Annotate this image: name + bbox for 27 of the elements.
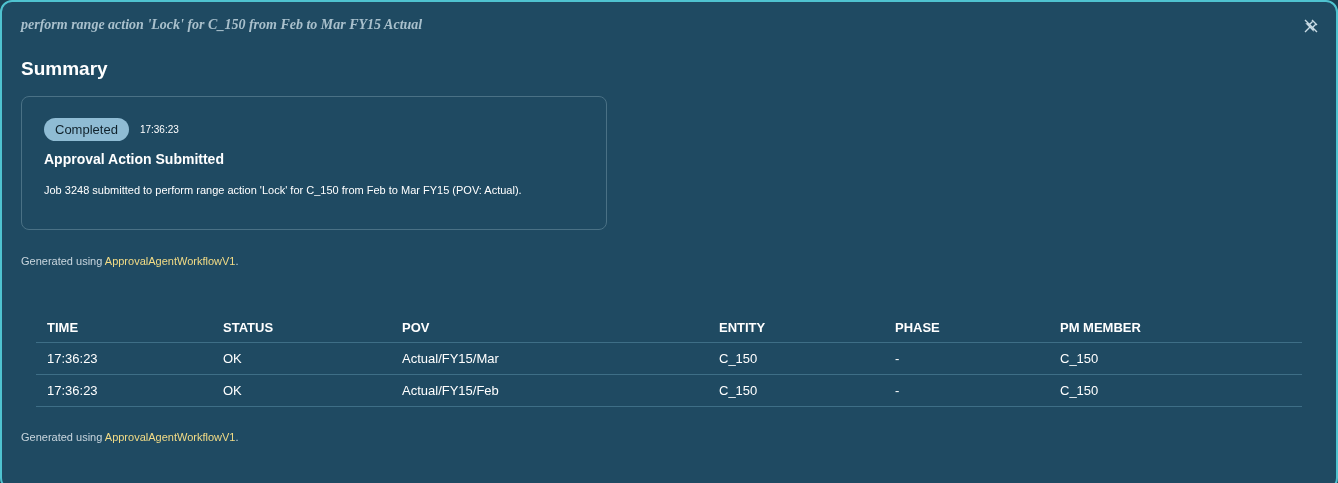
column-header: PM MEMBER [1060,318,1142,337]
table-cell-text: Actual/FY15/Mar [402,349,500,368]
column-header: PHASE [895,318,941,337]
panel-title: perform range action 'Lock' for C_150 from Feb to Mar FY15 Actual [21,16,423,34]
table-cell-text: C_150 [719,381,759,400]
card-time: 17:36:23 [139,122,179,137]
column-header: POV [402,318,431,337]
column-header: ENTITY [719,318,767,337]
table-cell-text: 17:36:23 [47,349,99,368]
unpin-icon[interactable] [1304,19,1318,33]
table-cell-text: - [895,381,901,400]
column-header: STATUS [223,318,275,337]
summary-heading: Summary [21,57,109,81]
table-cell-text: - [895,349,901,368]
table-cell-text: OK [223,349,243,368]
table-cell-text: Actual/FY15/Feb [402,381,500,400]
table-cell-text: 17:36:23 [47,381,99,400]
column-header: TIME [47,318,80,337]
table-cell-text: C_150 [1060,349,1100,368]
table-cell-text: C_150 [719,349,759,368]
generated-note: Generated using ApprovalAgentWorkflowV1. [21,430,240,445]
table-cell-text: OK [223,381,243,400]
card-message: Job 3248 submitted to perform range action 'Lock' for C_150 from Feb to Mar FY15 (POV: Actual). [44,183,523,198]
generated-note: Generated using ApprovalAgentWorkflowV1. [21,253,240,269]
table-cell-text: C_150 [1060,381,1100,400]
status-badge: Completed [44,117,129,141]
card-title: Approval Action Submitted [44,150,225,169]
